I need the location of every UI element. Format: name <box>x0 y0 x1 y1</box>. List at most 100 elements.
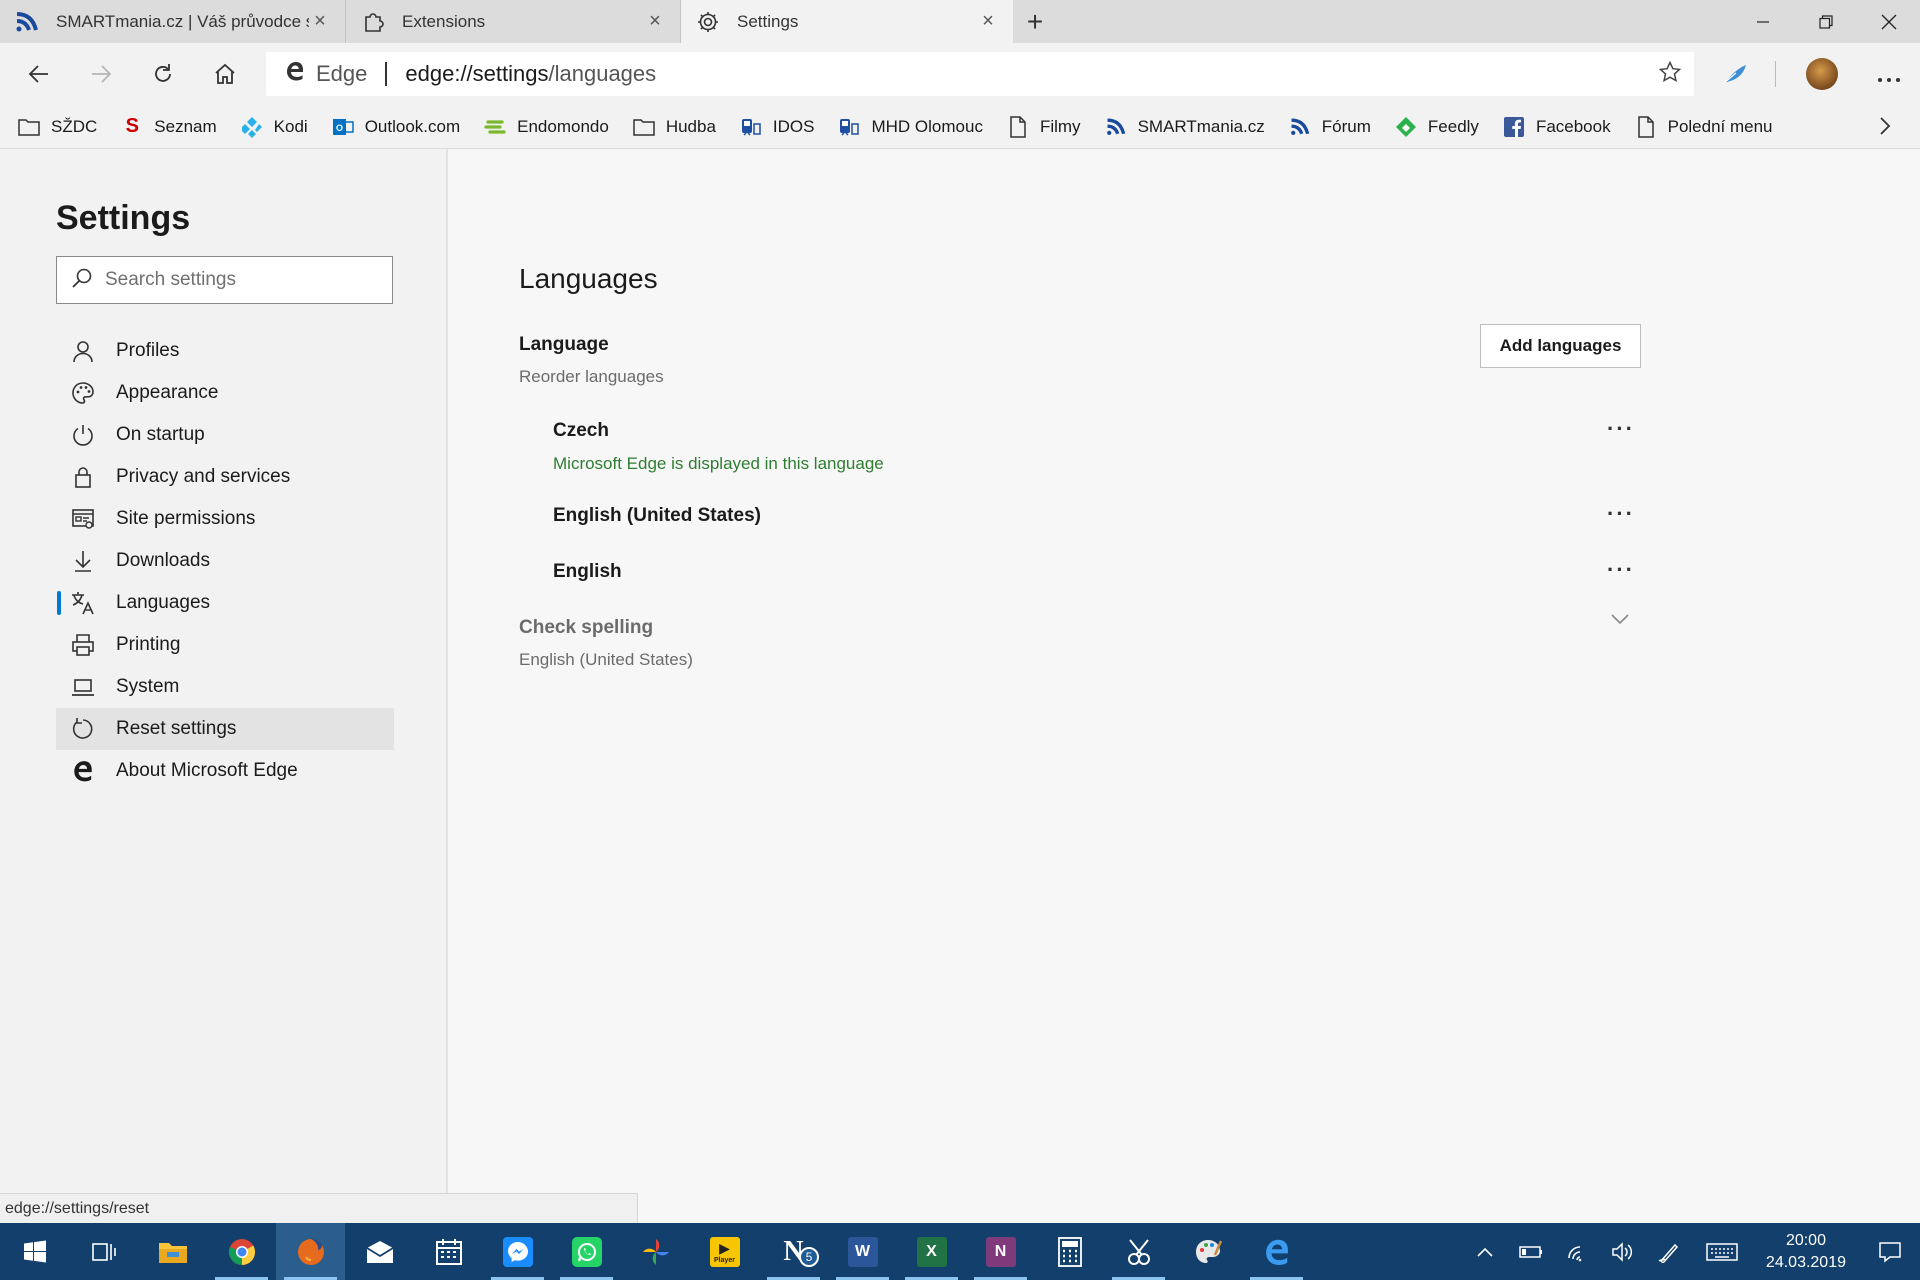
action-center-icon[interactable] <box>1860 1241 1920 1263</box>
languages-icon <box>70 590 96 616</box>
check-spelling-title[interactable]: Check spelling <box>519 617 653 639</box>
add-languages-button[interactable]: Add languages <box>1480 324 1641 368</box>
sidebar-item-about[interactable]: About Microsoft Edge <box>56 750 394 792</box>
folder-icon <box>633 116 655 138</box>
back-button[interactable] <box>8 43 70 105</box>
restore-icon[interactable] <box>1794 0 1857 43</box>
start-icon[interactable] <box>0 1223 69 1280</box>
refresh-button[interactable] <box>132 43 194 105</box>
favorites-bar: SŽDC S Seznam Kodi O Outlook.com Endomon… <box>0 105 1920 149</box>
chevron-down-icon[interactable] <box>1608 607 1632 631</box>
folder-icon <box>18 116 40 138</box>
favorite-smartmania[interactable]: SMARTmania.cz <box>1105 116 1265 138</box>
messenger-icon[interactable] <box>483 1223 552 1280</box>
lock-icon <box>70 464 96 490</box>
settings-and-more-button[interactable] <box>1858 59 1920 90</box>
pen-workspace-icon[interactable] <box>1646 1241 1692 1263</box>
tab-smartmania[interactable]: SMARTmania.cz | Váš průvodce s × <box>0 0 346 43</box>
profile-avatar[interactable] <box>1806 58 1838 90</box>
close-tab-icon[interactable]: × <box>644 10 666 33</box>
address-bar[interactable]: Edge edge://settings/languages <box>266 52 1694 96</box>
photos-icon[interactable] <box>621 1223 690 1280</box>
close-window-icon[interactable] <box>1857 0 1920 43</box>
clock[interactable]: 20:00 24.03.2019 <box>1766 1230 1846 1274</box>
sidebar-item-reset-settings[interactable]: Reset settings <box>56 708 394 750</box>
favorite-star-icon[interactable] <box>1658 60 1682 91</box>
more-options-button[interactable]: ··· <box>1607 416 1635 442</box>
favorite-poledni-menu[interactable]: Polední menu <box>1635 115 1773 138</box>
close-tab-icon[interactable]: × <box>977 10 999 33</box>
check-spelling-value: English (United States) <box>519 650 693 669</box>
sidebar-item-system[interactable]: System <box>56 666 394 708</box>
favorite-label: SŽDC <box>51 116 98 136</box>
sidebar-item-on-startup[interactable]: On startup <box>56 414 394 456</box>
favorite-kodi[interactable]: Kodi <box>241 116 308 138</box>
sidebar-item-privacy[interactable]: Privacy and services <box>56 456 394 498</box>
search-input[interactable] <box>105 269 385 291</box>
file-explorer-icon[interactable] <box>138 1223 207 1280</box>
favorite-label: Seznam <box>154 116 217 136</box>
chevron-right-icon[interactable] <box>1878 115 1892 143</box>
favorite-feedly[interactable]: Feedly <box>1395 116 1479 138</box>
plex-icon[interactable]: ▶ Player <box>690 1223 759 1280</box>
calculator-icon[interactable] <box>1035 1223 1104 1280</box>
extension-feather-icon[interactable] <box>1705 63 1765 85</box>
firefox-icon[interactable] <box>276 1223 345 1280</box>
volume-icon[interactable] <box>1600 1241 1646 1262</box>
favorite-label: Filmy <box>1039 116 1081 136</box>
search-box[interactable] <box>56 256 393 304</box>
wifi-icon[interactable] <box>1554 1242 1600 1262</box>
task-view-icon[interactable] <box>69 1223 138 1280</box>
sidebar-item-profiles[interactable]: Profiles <box>56 330 394 372</box>
chrome-icon[interactable] <box>207 1223 276 1280</box>
word-icon[interactable]: W <box>828 1223 897 1280</box>
arrow-left-icon <box>28 65 48 83</box>
onenote-icon[interactable]: N <box>966 1223 1035 1280</box>
sidebar-item-appearance[interactable]: Appearance <box>56 372 394 414</box>
sidebar-item-label: Appearance <box>116 382 219 403</box>
tab-extensions[interactable]: Extensions × <box>346 0 681 43</box>
url-text[interactable]: edge://settings/languages <box>405 61 656 87</box>
more-options-button[interactable]: ··· <box>1607 501 1635 527</box>
favorite-idos[interactable]: IDOS <box>740 116 814 138</box>
favorite-mhd-olomouc[interactable]: MHD Olomouc <box>838 116 983 138</box>
battery-icon[interactable] <box>1508 1245 1554 1259</box>
minimize-icon[interactable] <box>1731 0 1794 43</box>
forward-button[interactable] <box>70 43 132 105</box>
favorite-endomondo[interactable]: Endomondo <box>484 116 609 138</box>
windows-taskbar: ▶ Player N 5 W X N 20:00 24.03.2019 <box>0 1223 1920 1280</box>
favorite-filmy[interactable]: Filmy <box>1007 115 1081 138</box>
chevron-up-icon[interactable] <box>1462 1246 1508 1258</box>
favorite-forum[interactable]: Fórum <box>1289 116 1371 138</box>
calendar-icon[interactable] <box>414 1223 483 1280</box>
favorite-outlook[interactable]: O Outlook.com <box>332 116 460 138</box>
favorite-seznam[interactable]: S Seznam <box>121 115 217 138</box>
smartmania-icon <box>1289 116 1311 138</box>
snip-icon[interactable] <box>1104 1223 1173 1280</box>
sidebar-item-printing[interactable]: Printing <box>56 624 394 666</box>
paint-icon[interactable] <box>1173 1223 1242 1280</box>
home-button[interactable] <box>194 43 256 105</box>
close-tab-icon[interactable]: × <box>309 10 331 33</box>
favorite-facebook[interactable]: Facebook <box>1503 116 1611 138</box>
favorite-szdc[interactable]: SŽDC <box>18 116 97 138</box>
sidebar-item-languages[interactable]: Languages <box>56 582 394 624</box>
edge-icon[interactable] <box>1242 1223 1311 1280</box>
onenote-badge-icon[interactable]: N 5 <box>759 1223 828 1280</box>
facebook-icon <box>1503 116 1525 138</box>
whatsapp-icon[interactable] <box>552 1223 621 1280</box>
clock-date: 24.03.2019 <box>1765 1253 1846 1271</box>
favorite-hudba[interactable]: Hudba <box>633 116 716 138</box>
keyboard-icon[interactable] <box>1692 1242 1752 1261</box>
more-options-button[interactable]: ··· <box>1607 557 1635 583</box>
tab-settings[interactable]: Settings × <box>681 0 1013 43</box>
mail-icon[interactable] <box>345 1223 414 1280</box>
laptop-icon <box>70 674 96 700</box>
identity-label: Edge <box>316 61 368 86</box>
excel-icon[interactable]: X <box>897 1223 966 1280</box>
new-tab-button[interactable]: + <box>1013 0 1057 43</box>
sidebar-item-downloads[interactable]: Downloads <box>56 540 394 582</box>
sidebar-item-site-permissions[interactable]: Site permissions <box>56 498 394 540</box>
power-icon <box>70 422 96 448</box>
edge-logo-icon <box>284 60 306 88</box>
